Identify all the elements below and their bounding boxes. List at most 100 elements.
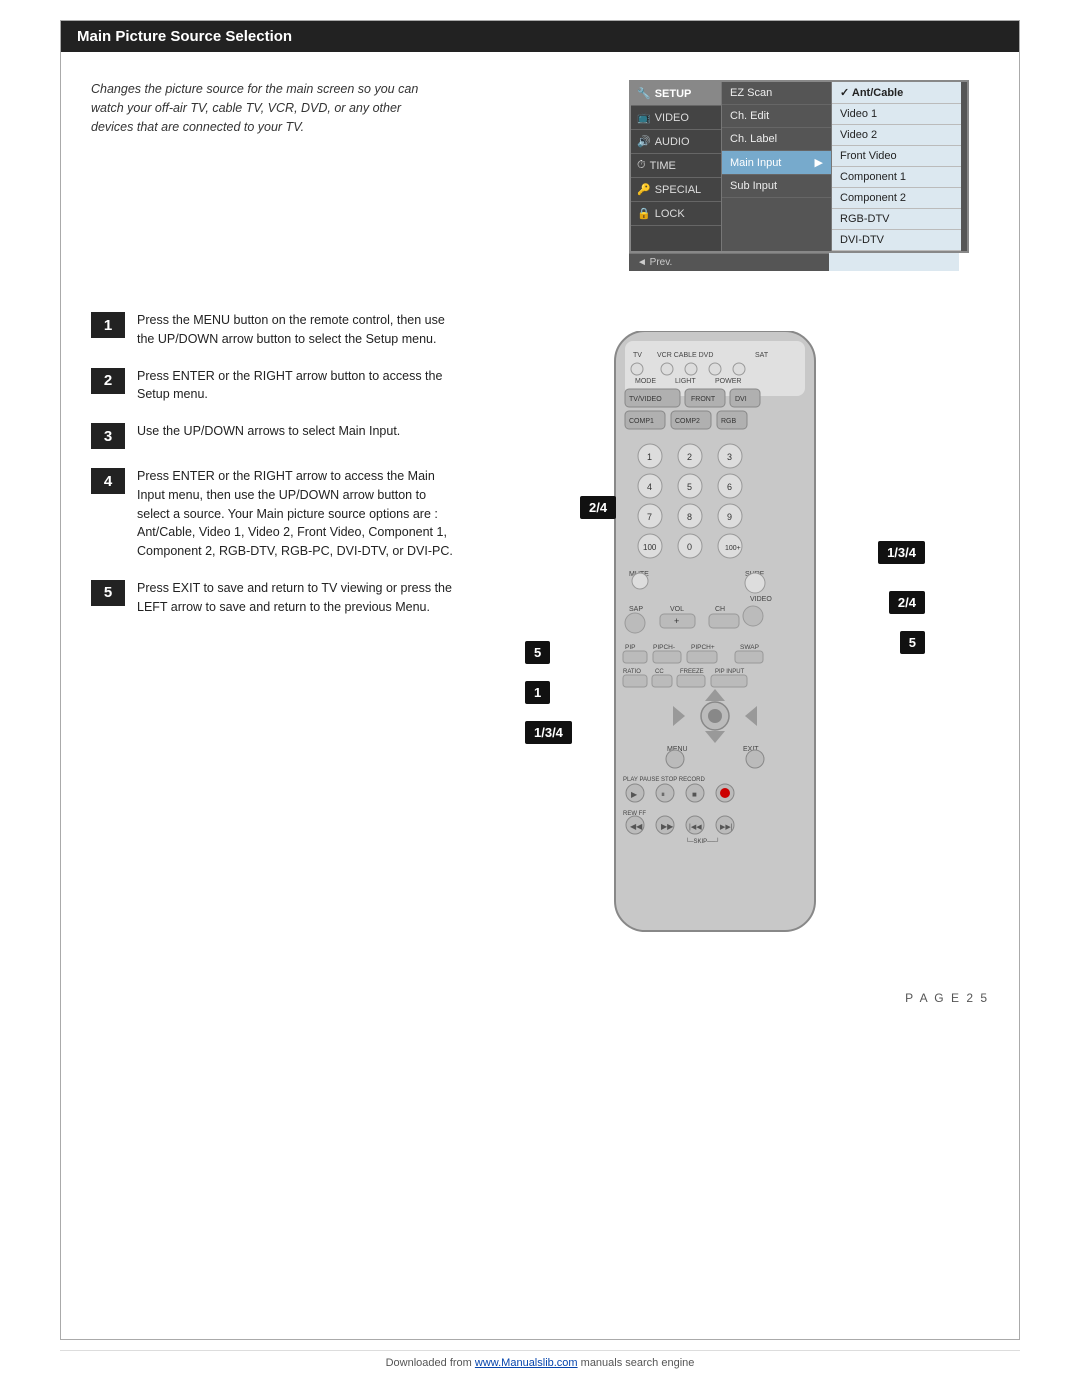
osd-special-label: SPECIAL — [655, 184, 701, 196]
svg-text:PIPCH-: PIPCH- — [653, 644, 675, 651]
svg-text:⏸: ⏸ — [661, 790, 665, 799]
osd-setup-label: SETUP — [655, 88, 692, 100]
manualslib-link[interactable]: www.Manualslib.com — [475, 1357, 578, 1369]
osd-time-label: TIME — [650, 160, 676, 172]
osd-antcable: Ant/Cable — [832, 82, 961, 104]
osd-lock: 🔒 LOCK — [631, 202, 721, 226]
svg-text:COMP2: COMP2 — [675, 418, 700, 425]
svg-text:FREEZE: FREEZE — [680, 669, 704, 675]
callout-24-right: 2/4 — [889, 591, 925, 614]
download-text: Downloaded from — [386, 1357, 475, 1369]
svg-text:2: 2 — [687, 452, 692, 462]
wrench-icon: 🔧 — [637, 87, 651, 100]
step-3: 3 Use the UP/DOWN arrows to select Main … — [91, 422, 461, 449]
section-title: Main Picture Source Selection — [61, 21, 1019, 52]
svg-text:◀◀: ◀◀ — [630, 822, 643, 831]
svg-text:PIPCH+: PIPCH+ — [691, 644, 715, 651]
svg-text:100: 100 — [643, 543, 657, 552]
lock-icon: 🔒 — [637, 207, 651, 220]
svg-text:SWAP: SWAP — [740, 644, 759, 651]
osd-dvidtv: DVI-DTV — [832, 230, 961, 251]
svg-text:100+: 100+ — [725, 545, 741, 552]
osd-comp2: Component 2 — [832, 188, 961, 209]
svg-text:TV/VIDEO: TV/VIDEO — [629, 396, 662, 403]
callout-134-right: 1/3/4 — [878, 541, 925, 564]
svg-text:▶▶: ▶▶ — [661, 822, 674, 831]
step-4: 4 Press ENTER or the RIGHT arrow to acce… — [91, 467, 461, 561]
step-1-number: 1 — [91, 312, 125, 338]
svg-text:▶: ▶ — [631, 790, 638, 799]
page-number: P A G E 2 5 — [91, 991, 989, 1005]
tv-icon: 📺 — [637, 111, 651, 124]
callout-134-left: 1/3/4 — [525, 721, 572, 744]
step-5-number: 5 — [91, 580, 125, 606]
callout-5-right: 5 — [900, 631, 925, 654]
osd-video2: Video 2 — [832, 125, 961, 146]
step-2-text: Press ENTER or the RIGHT arrow button to… — [137, 367, 461, 405]
osd-lock-label: LOCK — [655, 208, 685, 220]
svg-text:|◀◀: |◀◀ — [689, 824, 702, 831]
svg-text:CC: CC — [655, 669, 664, 675]
osd-special: 🔑 SPECIAL — [631, 178, 721, 202]
download-suffix: manuals search engine — [578, 1357, 695, 1369]
svg-text:FRONT: FRONT — [691, 396, 716, 403]
osd-frontvideo: Front Video — [832, 146, 961, 167]
osd-menu: 🔧 SETUP 📺 VIDEO 🔊 AUDIO ⏱ — [629, 80, 969, 253]
osd-time: ⏱ TIME — [631, 154, 721, 178]
svg-text:RGB: RGB — [721, 418, 737, 425]
svg-text:PLAY PAUSE STOP RECORD: PLAY PAUSE STOP RECORD — [623, 777, 705, 783]
step-5: 5 Press EXIT to save and return to TV vi… — [91, 579, 461, 617]
svg-text:RATIO: RATIO — [623, 669, 641, 675]
osd-col1: 🔧 SETUP 📺 VIDEO 🔊 AUDIO ⏱ — [631, 82, 721, 251]
svg-text:6: 6 — [727, 482, 732, 492]
svg-text:4: 4 — [647, 482, 652, 492]
svg-text:POWER: POWER — [715, 378, 741, 385]
svg-text:8: 8 — [687, 512, 692, 522]
svg-text:9: 9 — [727, 512, 732, 522]
osd-chlabel: Ch. Label — [722, 128, 831, 151]
osd-video1: Video 1 — [832, 104, 961, 125]
svg-text:SAT: SAT — [755, 352, 769, 359]
svg-text:5: 5 — [687, 482, 692, 492]
osd-ezscan: EZ Scan — [722, 82, 831, 105]
step-2: 2 Press ENTER or the RIGHT arrow button … — [91, 367, 461, 405]
osd-col3: Ant/Cable Video 1 Video 2 Front Video Co… — [831, 82, 961, 251]
svg-text:7: 7 — [647, 512, 652, 522]
osd-col2: EZ Scan Ch. Edit Ch. Label Main Input ▶ — [721, 82, 831, 251]
osd-chedit: Ch. Edit — [722, 105, 831, 128]
step-1-text: Press the MENU button on the remote cont… — [137, 311, 461, 349]
steps-list: 1 Press the MENU button on the remote co… — [91, 311, 461, 971]
osd-rgbdtv: RGB-DTV — [832, 209, 961, 230]
arrow-right-icon: ▶ — [815, 156, 823, 169]
remote-wrapper: TV VCR CABLE DVD SAT MODE LIGHT POWER — [525, 311, 925, 971]
step-2-number: 2 — [91, 368, 125, 394]
svg-text:■: ■ — [692, 790, 697, 799]
svg-text:VCR CABLE DVD: VCR CABLE DVD — [657, 352, 713, 359]
svg-text:VIDEO: VIDEO — [750, 596, 772, 603]
step-4-number: 4 — [91, 468, 125, 494]
osd-video-label: VIDEO — [655, 112, 689, 124]
download-bar: Downloaded from www.Manualslib.com manua… — [60, 1350, 1020, 1375]
svg-text:1: 1 — [647, 452, 652, 462]
svg-text:SAP: SAP — [629, 606, 643, 613]
step-5-text: Press EXIT to save and return to TV view… — [137, 579, 461, 617]
step-4-text: Press ENTER or the RIGHT arrow to access… — [137, 467, 461, 561]
svg-text:VOL: VOL — [670, 606, 684, 613]
svg-text:+: + — [674, 616, 679, 626]
osd-video: 📺 VIDEO — [631, 106, 721, 130]
speaker-icon: 🔊 — [637, 135, 651, 148]
svg-text:3: 3 — [727, 452, 732, 462]
svg-text:LIGHT: LIGHT — [675, 378, 696, 385]
osd-subinput: Sub Input — [722, 175, 831, 198]
osd-menu-area: 🔧 SETUP 📺 VIDEO 🔊 AUDIO ⏱ — [629, 80, 969, 271]
key-icon: 🔑 — [637, 183, 651, 196]
osd-maininput: Main Input ▶ — [722, 151, 831, 175]
svg-text:0: 0 — [687, 542, 692, 552]
osd-setup: 🔧 SETUP — [631, 82, 721, 106]
clock-icon: ⏱ — [637, 159, 646, 172]
step-3-text: Use the UP/DOWN arrows to select Main In… — [137, 422, 400, 441]
osd-prev-bar: ◄ Prev. — [629, 253, 829, 271]
svg-text:TV: TV — [633, 352, 642, 359]
osd-audio: 🔊 AUDIO — [631, 130, 721, 154]
svg-text:▶▶|: ▶▶| — [720, 824, 733, 831]
